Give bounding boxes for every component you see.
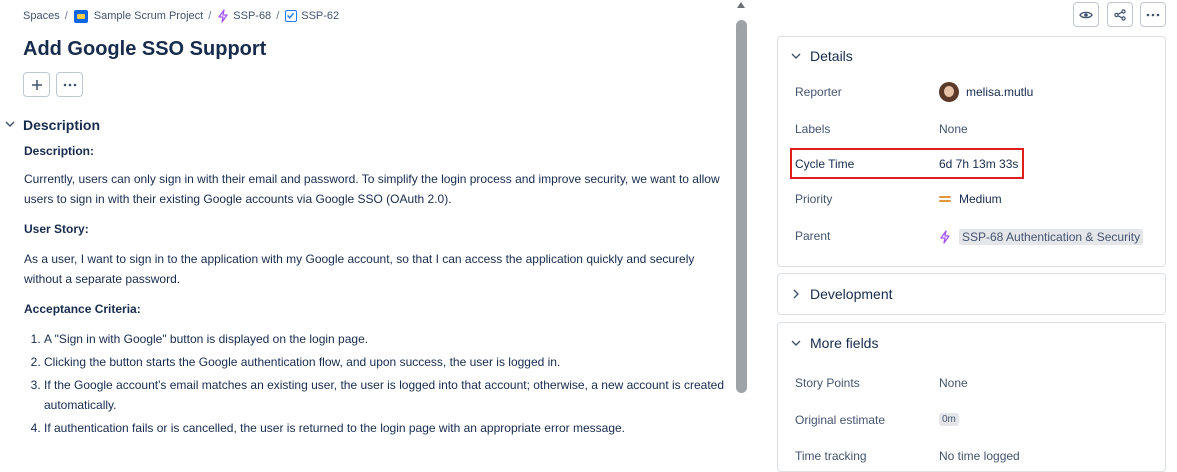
field-label: Parent [795,229,831,243]
details-panel-header[interactable]: Details [790,48,853,64]
breadcrumb-project-link[interactable]: Sample Scrum Project [73,9,204,23]
project-icon [73,9,88,23]
more-horizontal-icon [1146,13,1160,16]
acceptance-criteria-heading: Acceptance Criteria: [24,302,141,316]
reporter-name: melisa.mutlu [966,85,1034,99]
breadcrumb-epic-link[interactable]: SSP-68 [217,9,271,23]
labels-value[interactable]: None [939,122,968,136]
avatar [939,82,959,102]
breadcrumb-separator: / [64,10,68,22]
share-icon [1114,8,1126,21]
chevron-down-icon [5,121,15,127]
details-heading: Details [810,48,853,64]
list-item: If the Google account's email matches an… [44,375,724,415]
more-fields-panel: More fields Story Points None Original e… [777,322,1166,472]
issue-title[interactable]: Add Google SSO Support [23,38,266,61]
breadcrumb-spaces-link[interactable]: Spaces [23,10,60,22]
more-horizontal-icon [63,83,76,86]
chevron-down-icon [790,340,802,346]
user-story-text: As a user, I want to sign in to the appl… [24,252,695,286]
scroll-up-arrow-icon[interactable] [736,0,746,9]
breadcrumb-separator: / [208,10,212,22]
breadcrumb-separator: / [276,10,280,22]
original-estimate-value[interactable]: 0m [939,413,959,426]
list-item: If authentication fails or is cancelled,… [44,418,724,438]
more-actions-button[interactable] [56,72,83,97]
list-item: A "Sign in with Google" button is displa… [44,329,724,349]
story-points-value[interactable]: None [939,376,968,390]
description-subheading: Description: [24,144,95,158]
description-heading[interactable]: Description [23,117,100,133]
more-fields-panel-header[interactable]: More fields [790,335,878,351]
list-item: Clicking the button starts the Google au… [44,352,724,372]
time-tracking-value[interactable]: No time logged [939,449,1020,463]
priority-label: Medium [959,192,1002,206]
development-panel-header[interactable]: Development [790,286,893,302]
breadcrumb-project-label: Sample Scrum Project [93,10,204,22]
breadcrumb-epic-label: SSP-68 [233,10,272,22]
eye-icon [1079,11,1093,18]
chevron-right-icon [790,289,802,299]
breadcrumb-issue-label: SSP-62 [301,10,340,22]
share-button[interactable] [1107,2,1133,27]
task-checkbox-icon [285,10,298,22]
scrollbar-thumb[interactable] [736,20,747,393]
parent-value[interactable]: SSP-68 Authentication & Security [939,229,1144,245]
reporter-value[interactable]: melisa.mutlu [939,82,1033,102]
description-body[interactable]: Description: Currently, users can only s… [24,141,724,441]
field-label: Labels [795,122,831,136]
priority-medium-icon [939,195,951,203]
more-fields-heading: More fields [810,335,879,351]
chevron-down-icon [790,53,802,59]
priority-value[interactable]: Medium [939,192,1002,206]
field-label: Original estimate [795,413,886,427]
epic-lightning-icon [940,230,950,244]
plus-icon [31,79,42,90]
description-intro: Currently, users can only sign in with t… [24,172,720,206]
field-label: Story Points [795,376,860,390]
acceptance-criteria-list: A "Sign in with Google" button is displa… [24,329,724,438]
more-options-button[interactable] [1140,2,1166,27]
cycle-time-highlight-box [790,148,1024,179]
development-panel: Development [777,273,1166,315]
watch-button[interactable] [1073,2,1099,27]
field-label: Reporter [795,85,842,99]
user-story-heading: User Story: [24,222,89,236]
epic-lightning-icon [218,9,228,23]
breadcrumb: Spaces / Sample Scrum Project / SSP-68 /… [23,9,339,23]
description-collapse-toggle[interactable] [4,118,16,130]
parent-issue-lozenge: SSP-68 Authentication & Security [959,229,1144,245]
field-label: Priority [795,192,833,206]
issue-main-pane: Spaces / Sample Scrum Project / SSP-68 /… [0,0,733,466]
development-heading: Development [810,286,893,302]
breadcrumb-issue-link[interactable]: SSP-62 [285,10,339,22]
estimate-lozenge: 0m [939,413,959,426]
field-label: Time tracking [795,449,867,463]
add-button[interactable] [23,72,50,97]
